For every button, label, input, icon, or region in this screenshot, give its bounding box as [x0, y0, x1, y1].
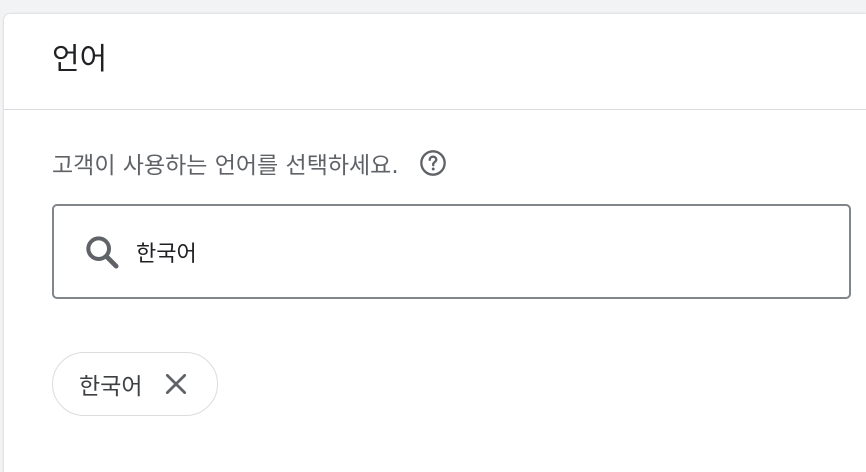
selected-language-chip: 한국어 — [52, 352, 218, 416]
language-search-input[interactable] — [136, 231, 776, 272]
help-circle-icon[interactable] — [419, 149, 447, 177]
description-row: 고객이 사용하는 언어를 선택하세요. — [52, 145, 447, 181]
search-icon — [82, 232, 122, 272]
language-settings-card: 언어 고객이 사용하는 언어를 선택하세요. 한국어 — [4, 14, 866, 472]
card-header: 언어 — [4, 14, 866, 110]
language-search-field[interactable] — [52, 204, 851, 299]
close-icon[interactable] — [162, 370, 190, 398]
section-title: 언어 — [52, 42, 108, 77]
chip-label: 한국어 — [79, 374, 143, 400]
section-description: 고객이 사용하는 언어를 선택하세요. — [52, 153, 399, 179]
